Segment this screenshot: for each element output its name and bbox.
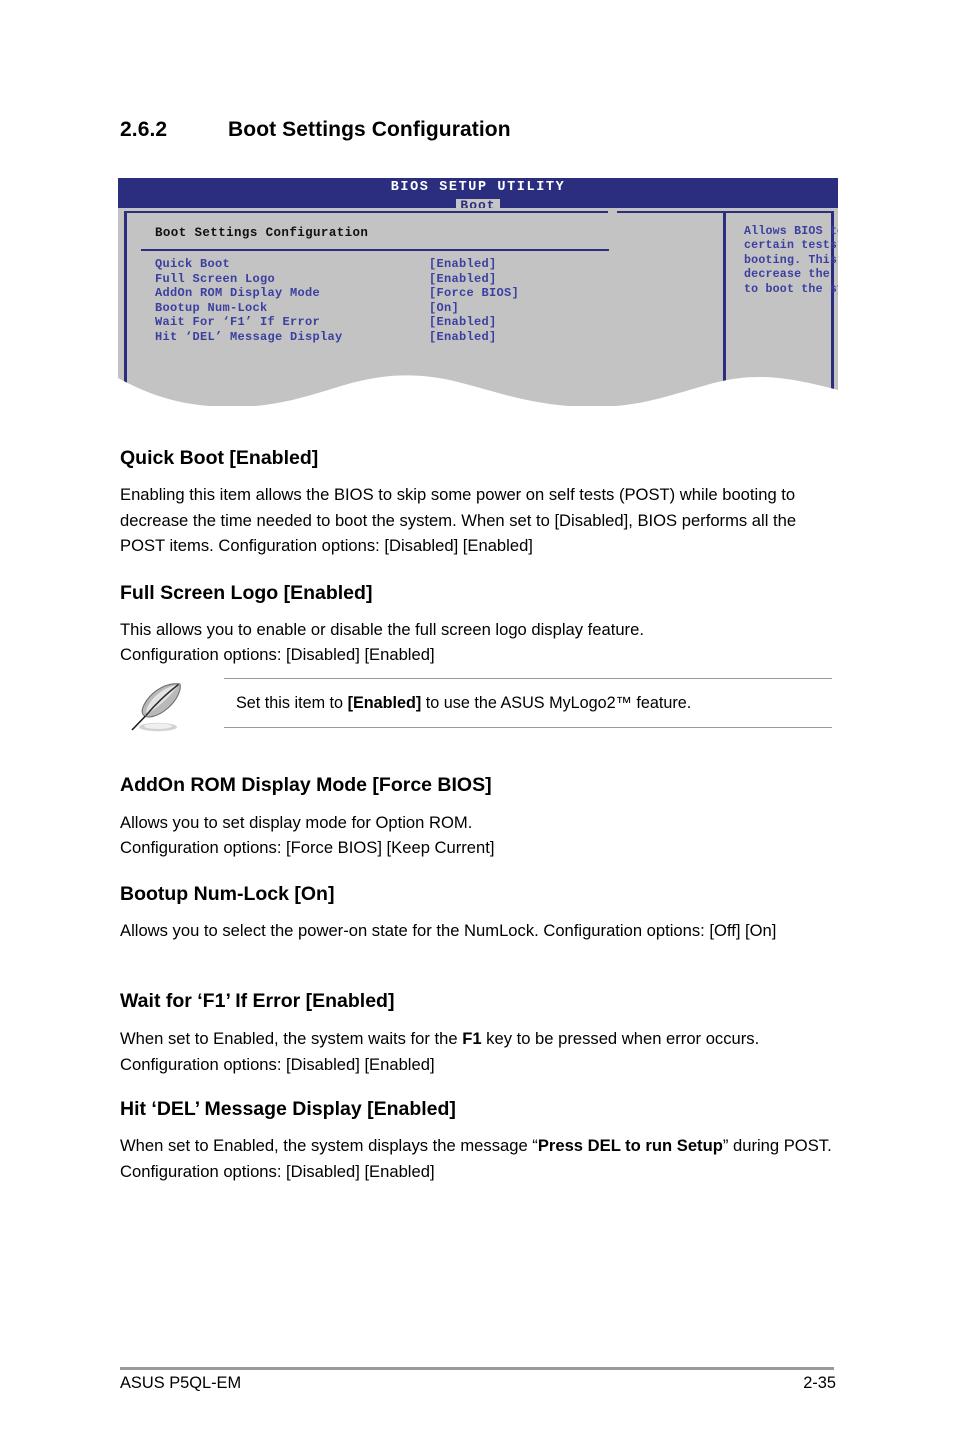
note-panel: Set this item to [Enabled] to use the AS… bbox=[224, 678, 832, 728]
heading-hit-del-message-display: Hit ‘DEL’ Message Display [Enabled] bbox=[120, 1098, 456, 1120]
body-quick-boot: Enabling this item allows the BIOS to sk… bbox=[120, 485, 797, 555]
bios-help-panel: Allows BIOS to skip certain tests while … bbox=[723, 211, 838, 399]
note-text-part2: to use the ASUS MyLogo2™ feature. bbox=[421, 694, 692, 712]
bios-item-label: Wait For ‘F1’ If Error bbox=[155, 315, 321, 329]
document-page: 2.6.2 Boot Settings Configuration BIOS S… bbox=[0, 0, 954, 1438]
note-text: Set this item to [Enabled] to use the AS… bbox=[236, 692, 691, 714]
bios-item-label: Quick Boot bbox=[155, 257, 231, 271]
footer-page-number: 2-35 bbox=[803, 1374, 836, 1392]
note-box: Set this item to [Enabled] to use the AS… bbox=[120, 678, 832, 734]
body-wait-for-f1: When set to Enabled, the system waits fo… bbox=[120, 1026, 832, 1077]
bios-item-label: Bootup Num-Lock bbox=[155, 300, 268, 315]
bios-screenshot-figure: BIOS SETUP UTILITY Boot Boot Settings Co… bbox=[118, 178, 838, 406]
bios-item-label: Hit ‘DEL’ Message Display bbox=[155, 329, 343, 344]
body-full-screen-logo-line2: Configuration options: [Disabled] [Enabl… bbox=[120, 645, 435, 664]
heading-full-screen-logo: Full Screen Logo [Enabled] bbox=[120, 582, 373, 604]
note-text-bold: [Enabled] bbox=[347, 694, 422, 712]
note-text-part1: Set this item to bbox=[236, 694, 348, 712]
quill-pen-icon bbox=[131, 683, 181, 732]
bios-item-label: Full Screen Logo bbox=[155, 271, 276, 286]
body-part1: When set to Enabled, the system displays… bbox=[120, 1136, 538, 1155]
section-title: Boot Settings Configuration bbox=[228, 118, 511, 141]
bios-item-value: [Enabled] bbox=[429, 271, 497, 286]
bios-panel-heading: Boot Settings Configuration bbox=[155, 226, 369, 240]
heading-addon-rom-display-mode: AddOn ROM Display Mode [Force BIOS] bbox=[120, 774, 492, 796]
bios-utility-title: BIOS SETUP UTILITY bbox=[390, 180, 566, 195]
body-hit-del: When set to Enabled, the system displays… bbox=[120, 1133, 832, 1184]
bios-settings-panel: Boot Settings Configuration Quick Boot [… bbox=[124, 211, 609, 399]
bios-help-text: Allows BIOS to skip certain tests while … bbox=[744, 225, 838, 296]
bios-item-value: [Force BIOS] bbox=[429, 286, 520, 300]
bios-item-value: [Enabled] bbox=[429, 257, 497, 271]
heading-wait-for-f1: Wait for ‘F1’ If Error [Enabled] bbox=[120, 990, 395, 1012]
bios-item-value: [Enabled] bbox=[429, 329, 497, 344]
body-addon-rom-line1: Allows you to set display mode for Optio… bbox=[120, 813, 473, 832]
section-heading: 2.6.2 Boot Settings Configuration bbox=[120, 118, 511, 142]
footer-product-name: ASUS P5QL-EM bbox=[120, 1374, 242, 1392]
body-addon-rom-line2: Configuration options: [Force BIOS] [Kee… bbox=[120, 838, 495, 857]
heading-bootup-num-lock: Bootup Num-Lock [On] bbox=[120, 883, 335, 905]
body-bold-press-del: Press DEL to run Setup bbox=[537, 1136, 723, 1155]
bios-panel-gap bbox=[617, 211, 723, 399]
bios-item-label: AddOn ROM Display Mode bbox=[155, 286, 321, 300]
body-full-screen-logo-line1: This allows you to enable or disable the… bbox=[120, 620, 644, 639]
bios-heading-divider bbox=[141, 249, 609, 251]
bios-item-value: [Enabled] bbox=[429, 315, 497, 329]
body-part1: When set to Enabled, the system waits fo… bbox=[120, 1029, 463, 1048]
section-number: 2.6.2 bbox=[120, 118, 168, 141]
footer-divider bbox=[120, 1367, 834, 1370]
body-bootup-num-lock: Allows you to select the power-on state … bbox=[120, 921, 777, 940]
body-bold-f1: F1 bbox=[462, 1029, 482, 1048]
bios-body: Boot Settings Configuration Quick Boot [… bbox=[118, 208, 838, 406]
heading-quick-boot: Quick Boot [Enabled] bbox=[120, 447, 319, 469]
bios-item-value: [On] bbox=[429, 300, 460, 315]
